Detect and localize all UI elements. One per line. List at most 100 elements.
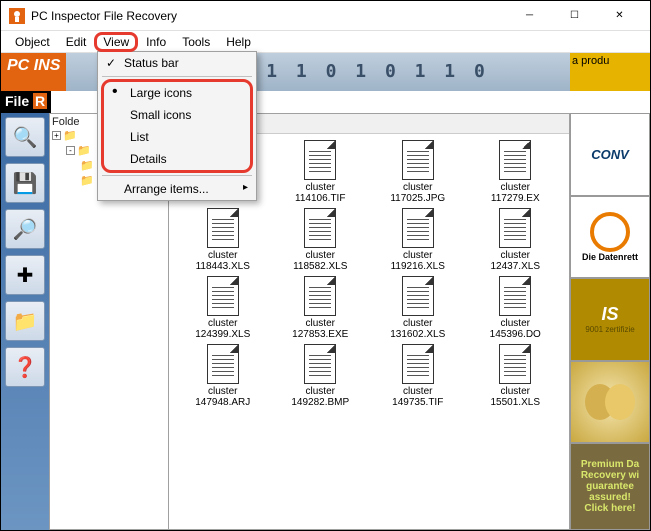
sub-file: File [5, 93, 29, 109]
file-ext: 149282.BMP [291, 397, 349, 408]
titlebar: PC Inspector File Recovery ─ ☐ ✕ [1, 1, 650, 31]
banner-tag: a produ [570, 53, 650, 91]
dd-list[interactable]: List [104, 126, 250, 148]
file-ext: 149735.TIF [392, 397, 443, 408]
ad-iso[interactable]: IS9001 zertifizie [570, 278, 650, 361]
file-icon [499, 140, 531, 180]
save-icon[interactable]: 💾 [5, 163, 45, 203]
file-item[interactable]: cluster117025.JPG [370, 140, 466, 204]
file-icon [304, 276, 336, 316]
ad-gold[interactable] [570, 361, 650, 444]
file-name: cluster [501, 182, 530, 193]
dd-small-icons[interactable]: Small icons [104, 104, 250, 126]
file-item[interactable]: cluster118443.XLS [175, 208, 271, 272]
dd-details[interactable]: Details [104, 148, 250, 170]
file-icon [499, 344, 531, 384]
file-item[interactable]: cluster114106.TIF [273, 140, 369, 204]
dd-arrange-items[interactable]: Arrange items... [98, 178, 256, 200]
file-item[interactable]: cluster149735.TIF [370, 344, 466, 408]
file-item[interactable]: cluster15501.XLS [468, 344, 564, 408]
file-item[interactable]: cluster127853.EXE [273, 276, 369, 340]
file-icon [304, 344, 336, 384]
view-dropdown: Status bar Large icons Small icons List … [97, 51, 257, 201]
dd-status-bar[interactable]: Status bar [98, 52, 256, 74]
dd-viewmode-highlight: Large icons Small icons List Details [101, 79, 253, 173]
file-item[interactable]: cluster131602.XLS [370, 276, 466, 340]
sub-r: R [33, 93, 47, 109]
file-item[interactable]: cluster145396.DO [468, 276, 564, 340]
file-name: cluster [208, 250, 237, 261]
file-name: cluster [501, 250, 530, 261]
file-name: cluster [501, 386, 530, 397]
menubar: ObjectEditViewInfoToolsHelp [1, 31, 650, 53]
file-ext: 119216.XLS [391, 261, 445, 272]
file-ext: 12437.XLS [491, 261, 541, 272]
file-item[interactable]: cluster124399.XLS [175, 276, 271, 340]
menu-help[interactable]: Help [218, 33, 259, 51]
file-name: cluster [306, 182, 335, 193]
file-ext: 124399.XLS [195, 329, 250, 340]
vertical-toolbar: 🔍 💾 🔎 ✚ 📁 ❓ [1, 113, 49, 530]
file-name: cluster [403, 182, 432, 193]
file-name: cluster [208, 318, 237, 329]
app-icon [9, 8, 25, 24]
file-name: cluster [208, 386, 237, 397]
file-item[interactable]: cluster147948.ARJ [175, 344, 271, 408]
menu-info[interactable]: Info [138, 33, 174, 51]
file-item[interactable]: cluster12437.XLS [468, 208, 564, 272]
ad-premium[interactable]: Premium Da Recovery wi guarantee assured… [570, 443, 650, 530]
file-name: cluster [306, 250, 335, 261]
file-ext: 131602.XLS [390, 329, 445, 340]
close-button[interactable]: ✕ [597, 2, 642, 30]
window-title: PC Inspector File Recovery [31, 9, 507, 23]
file-icon [304, 140, 336, 180]
ad-convar[interactable]: CONV [570, 113, 650, 196]
file-icon [207, 208, 239, 248]
file-icon [207, 344, 239, 384]
dd-separator [102, 175, 252, 176]
file-ext: 145396.DO [490, 329, 541, 340]
file-ext: 114106.TIF [295, 193, 345, 204]
file-item[interactable]: cluster119216.XLS [370, 208, 466, 272]
search-icon[interactable]: 🔍 [5, 117, 45, 157]
file-item[interactable]: cluster117279.EX [468, 140, 564, 204]
file-name: cluster [306, 318, 335, 329]
help-icon[interactable]: ❓ [5, 347, 45, 387]
file-ext: 117279.EX [491, 193, 540, 204]
file-name: cluster [403, 386, 432, 397]
file-item[interactable]: cluster149282.BMP [273, 344, 369, 408]
file-name: cluster [501, 318, 530, 329]
ad-sidebar: CONV Die Datenrett IS9001 zertifizie Pre… [570, 113, 650, 530]
search-deep-icon[interactable]: 🔎 [5, 209, 45, 249]
menu-edit[interactable]: Edit [58, 33, 95, 51]
file-icon [402, 208, 434, 248]
file-ext: 118582.XLS [293, 261, 347, 272]
file-icon [499, 276, 531, 316]
file-ext: 127853.EXE [292, 329, 348, 340]
file-icon [304, 208, 336, 248]
menu-object[interactable]: Object [7, 33, 58, 51]
recover-icon[interactable]: ✚ [5, 255, 45, 295]
dd-large-icons[interactable]: Large icons [104, 82, 250, 104]
ad-datenrett[interactable]: Die Datenrett [570, 196, 650, 279]
menu-tools[interactable]: Tools [174, 33, 218, 51]
minimize-button[interactable]: ─ [507, 2, 552, 30]
file-ext: 117025.JPG [390, 193, 445, 204]
folder-icon[interactable]: 📁 [5, 301, 45, 341]
menu-view[interactable]: View [94, 32, 138, 52]
file-ext: 15501.XLS [491, 397, 541, 408]
file-name: cluster [306, 386, 335, 397]
maximize-button[interactable]: ☐ [552, 2, 597, 30]
file-name: cluster [403, 250, 432, 261]
file-ext: 118443.XLS [196, 261, 250, 272]
file-name: cluster [403, 318, 432, 329]
app-window: PC Inspector File Recovery ─ ☐ ✕ ObjectE… [0, 0, 651, 531]
file-icon [499, 208, 531, 248]
file-icon [402, 344, 434, 384]
file-ext: 147948.ARJ [195, 397, 250, 408]
brand-pc: PC [7, 55, 29, 77]
file-icon [207, 276, 239, 316]
brand-insp: INS [34, 55, 61, 77]
dd-separator [102, 76, 252, 77]
file-item[interactable]: cluster118582.XLS [273, 208, 369, 272]
